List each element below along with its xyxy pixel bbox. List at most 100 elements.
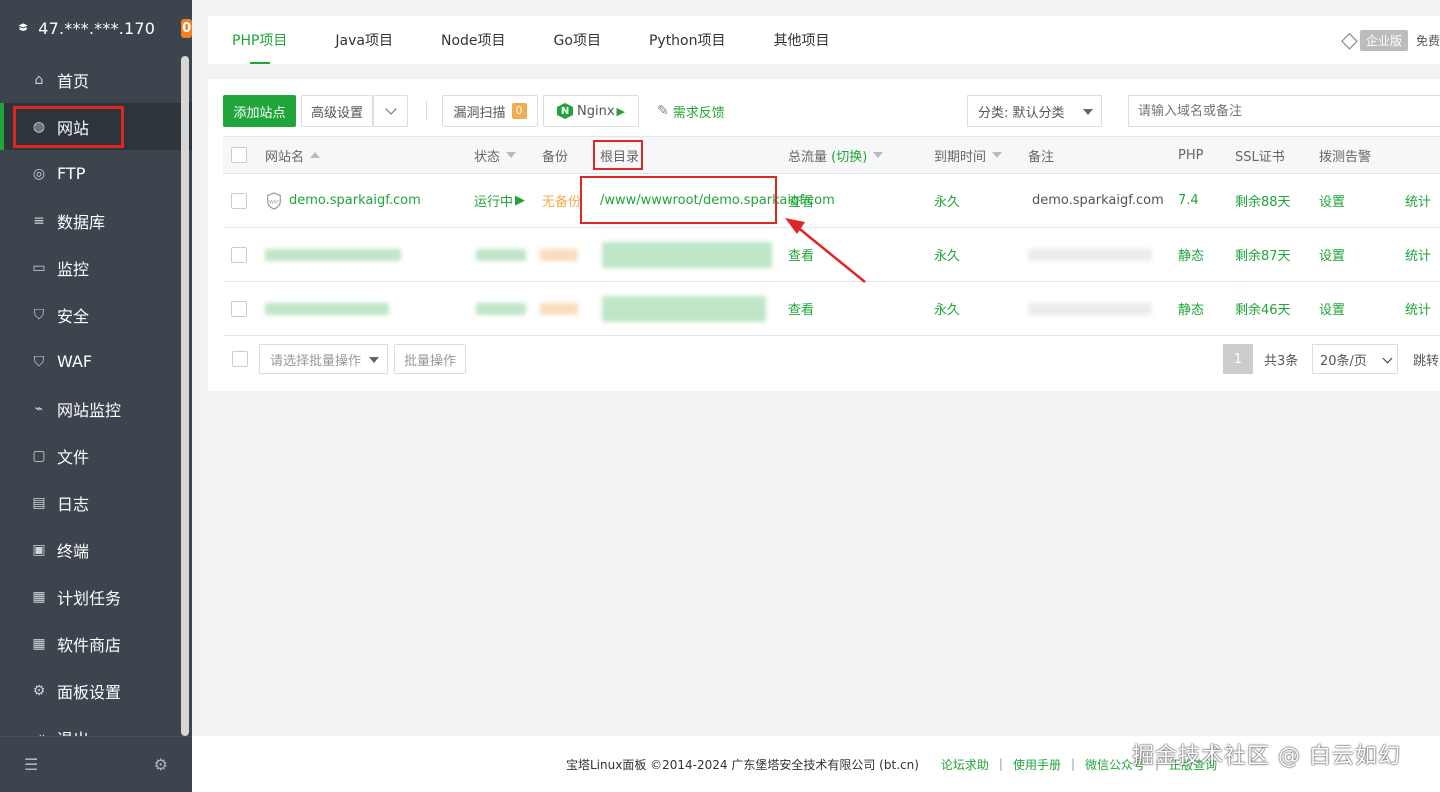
sidebar-item-4[interactable]: ▭ 监控 xyxy=(0,244,192,291)
ftp-icon: ◎ xyxy=(32,165,46,182)
row-checkbox[interactable] xyxy=(231,192,247,209)
php-version-link[interactable]: 静态 xyxy=(1178,282,1204,335)
sidebar-item-2[interactable]: ◎ FTP xyxy=(0,150,192,197)
sidebar-item-7[interactable]: ⌁ 网站监控 xyxy=(0,385,192,432)
category-select[interactable]: 分类: 默认分类 xyxy=(967,95,1102,127)
sidebar-footer: ☰ ⚙ xyxy=(0,736,192,792)
traffic-view-link[interactable]: 查看 xyxy=(788,282,814,335)
add-site-button[interactable]: 添加站点 xyxy=(223,95,296,127)
highlight-box-website-menu xyxy=(13,106,124,148)
status-redacted xyxy=(476,228,526,281)
sidebar-item-5[interactable]: ⛉ 安全 xyxy=(0,291,192,338)
root-path-redacted xyxy=(602,228,772,281)
site-name-redacted[interactable] xyxy=(265,282,389,335)
search-input[interactable] xyxy=(1128,95,1440,127)
feedback-link[interactable]: ✎ 需求反馈 xyxy=(657,95,725,127)
settings-icon[interactable]: ⚙ xyxy=(154,755,168,774)
batch-action-select[interactable]: 请选择批量操作 xyxy=(259,344,388,374)
expire-link[interactable]: 永久 xyxy=(934,228,960,281)
alert-count-badge[interactable]: 0 xyxy=(181,18,192,38)
category-value: 分类: 默认分类 xyxy=(978,105,1065,121)
traffic-switch-link[interactable]: (切换) xyxy=(831,146,867,165)
ssl-status-link[interactable]: 剩余46天 xyxy=(1235,282,1291,335)
sidebar-menu: ⌂ 首页 ◍ 网站 ◎ FTP ≡ 数据库 ▭ 监控 ⛉ 安全 ⛉ WAF ⌁ 网站监控 ▢ 文件 ▤ 日志 ▣ 终端 ▦ 计… xyxy=(0,56,192,761)
alert-settings-link[interactable]: 设置 xyxy=(1319,282,1345,335)
batch-action-button[interactable]: 批量操作 xyxy=(394,344,466,374)
ssl-status-link[interactable]: 剩余88天 xyxy=(1235,174,1291,227)
row-checkbox[interactable] xyxy=(231,300,247,317)
tab-go[interactable]: Go项目 xyxy=(530,16,625,64)
note-text[interactable]: demo.sparkaigf.com xyxy=(1032,174,1164,227)
advanced-settings-button[interactable]: 高级设置 xyxy=(301,95,373,127)
folder-icon: ▢ xyxy=(32,447,46,464)
tab-php[interactable]: PHP项目 xyxy=(208,16,311,64)
edit-icon: ✎ xyxy=(657,103,669,119)
header-status[interactable]: 状态 xyxy=(474,137,517,173)
ssl-status-link[interactable]: 剩余87天 xyxy=(1235,228,1291,281)
tab-java[interactable]: Java项目 xyxy=(311,16,417,64)
expire-link[interactable]: 永久 xyxy=(934,174,960,227)
home-icon: ⌂ xyxy=(34,71,44,88)
expire-link[interactable]: 永久 xyxy=(934,282,960,335)
waf-icon: ⛉ xyxy=(33,353,45,370)
edition-area[interactable]: ◇ 企业版 免费 xyxy=(1341,16,1440,64)
nginx-button[interactable]: N Nginx ▶ xyxy=(543,95,639,127)
note-redacted[interactable] xyxy=(1028,282,1152,335)
chart-icon: ⌁ xyxy=(34,400,44,417)
sidebar-item-8[interactable]: ▢ 文件 xyxy=(0,432,192,479)
sidebar-item-0[interactable]: ⌂ 首页 xyxy=(0,56,192,103)
sidebar-item-label: 软件商店 xyxy=(57,635,122,655)
php-version-link[interactable]: 7.4 xyxy=(1178,174,1199,227)
stats-link[interactable]: 统计 xyxy=(1405,228,1431,281)
site-name-link[interactable]: WAF demo.sparkaigf.com xyxy=(265,174,421,227)
sidebar-scrollbar[interactable] xyxy=(181,56,189,736)
header-name[interactable]: 网站名 xyxy=(265,137,321,173)
collapse-menu-icon[interactable]: ☰ xyxy=(24,755,38,774)
table-row: 查看 永久 静态 剩余87天 设置 统计 xyxy=(223,228,1440,282)
sidebar-item-11[interactable]: ▦ 计划任务 xyxy=(0,573,192,620)
sidebar-item-3[interactable]: ≡ 数据库 xyxy=(0,197,192,244)
terminal-icon: ▣ xyxy=(32,541,46,558)
sidebar-item-6[interactable]: ⛉ WAF xyxy=(0,338,192,385)
header-traffic[interactable]: 总流量 (切换) xyxy=(788,137,884,173)
page-size-select[interactable]: 20条/页 xyxy=(1312,344,1398,374)
select-all-checkbox[interactable] xyxy=(231,147,247,163)
manual-link[interactable]: 使用手册 xyxy=(1013,756,1061,773)
alert-settings-link[interactable]: 设置 xyxy=(1319,228,1345,281)
row-checkbox[interactable] xyxy=(231,246,247,263)
stats-link[interactable]: 统计 xyxy=(1405,282,1431,335)
page-jump-label[interactable]: 跳转 xyxy=(1413,344,1439,374)
advanced-dropdown-button[interactable] xyxy=(373,95,408,127)
note-redacted[interactable] xyxy=(1028,228,1152,281)
sidebar-item-9[interactable]: ▤ 日志 xyxy=(0,479,192,526)
traffic-view-link[interactable]: 查看 xyxy=(788,174,814,227)
sidebar-item-label: 面板设置 xyxy=(57,682,122,702)
status-running-toggle[interactable]: 运行中 ▶ xyxy=(474,174,525,227)
tab-python[interactable]: Python项目 xyxy=(625,16,750,64)
vuln-scan-button[interactable]: 漏洞扫描 0 xyxy=(442,95,538,127)
vuln-count-badge: 0 xyxy=(511,103,527,119)
table-row: WAF demo.sparkaigf.com 运行中 ▶ 无备份 /www/www… xyxy=(223,174,1440,228)
sort-icon xyxy=(873,152,884,158)
tab-node[interactable]: Node项目 xyxy=(417,16,530,64)
traffic-view-link[interactable]: 查看 xyxy=(788,228,814,281)
site-name-redacted[interactable] xyxy=(265,228,401,281)
server-header[interactable]: 47.***.***.170 0 xyxy=(0,0,192,56)
backup-link[interactable]: 无备份 xyxy=(542,174,581,227)
sidebar-item-10[interactable]: ▣ 终端 xyxy=(0,526,192,573)
page-number-current[interactable]: 1 xyxy=(1223,344,1253,374)
header-expire[interactable]: 到期时间 xyxy=(934,137,1003,173)
tab-other[interactable]: 其他项目 xyxy=(750,16,854,64)
toolbar-divider xyxy=(426,101,427,121)
sidebar-item-13[interactable]: ⚙ 面板设置 xyxy=(0,667,192,714)
batch-select-checkbox[interactable] xyxy=(232,351,248,367)
batch-select-value: 请选择批量操作 xyxy=(270,353,362,369)
php-version-link[interactable]: 静态 xyxy=(1178,228,1204,281)
stats-link[interactable]: 统计 xyxy=(1405,174,1431,227)
alert-settings-link[interactable]: 设置 xyxy=(1319,174,1345,227)
nginx-icon: N xyxy=(557,103,573,119)
forum-link[interactable]: 论坛求助 xyxy=(941,756,989,773)
shield-icon: ⛉ xyxy=(33,306,45,323)
header-note: 备注 xyxy=(1028,149,1055,165)
sidebar-item-12[interactable]: ▦ 软件商店 xyxy=(0,620,192,667)
